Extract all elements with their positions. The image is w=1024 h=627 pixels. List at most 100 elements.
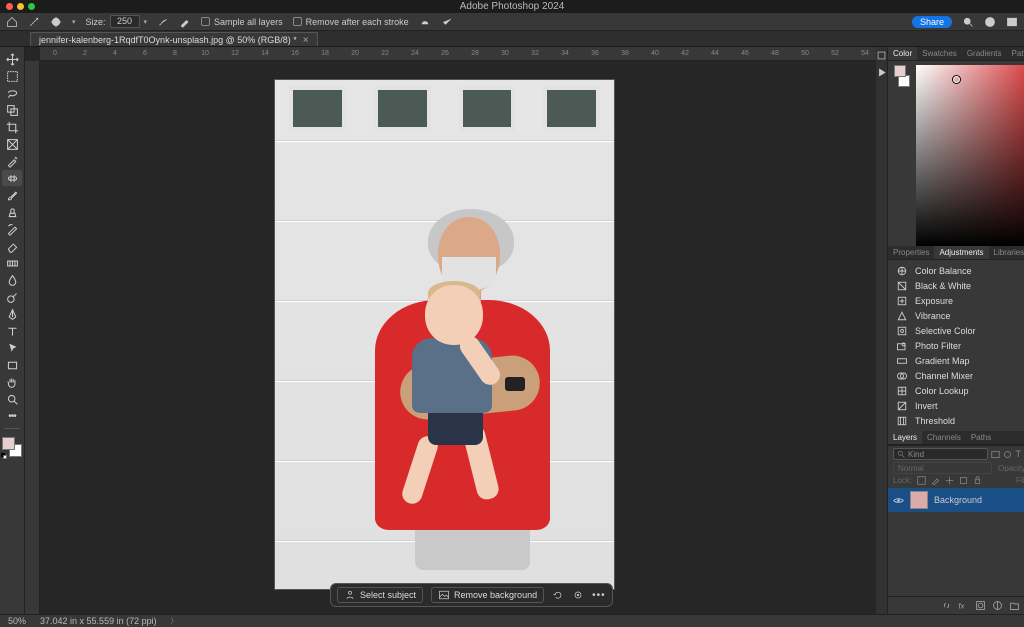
select-subject-button[interactable]: Select subject bbox=[337, 587, 423, 603]
tab-layers[interactable]: Layers bbox=[888, 431, 922, 444]
eraser-tool[interactable] bbox=[2, 238, 22, 254]
person-icon bbox=[344, 589, 356, 601]
mask-icon[interactable] bbox=[975, 600, 986, 611]
brush-tool[interactable] bbox=[2, 187, 22, 203]
adjustment-exposure[interactable]: Exposure bbox=[888, 293, 1024, 308]
adjustment-photo-filter[interactable]: Photo Filter bbox=[888, 338, 1024, 353]
default-colors-icon[interactable] bbox=[1, 453, 7, 459]
adjustment-threshold[interactable]: Threshold bbox=[888, 413, 1024, 428]
remove-after-stroke-toggle[interactable]: Remove after each stroke bbox=[293, 17, 409, 27]
blend-mode-select[interactable]: Normal bbox=[893, 462, 992, 474]
lock-transparent-icon[interactable] bbox=[917, 476, 926, 485]
move-tool[interactable] bbox=[2, 51, 22, 67]
marquee-tool[interactable] bbox=[2, 68, 22, 84]
group-icon[interactable] bbox=[1009, 600, 1020, 611]
share-button[interactable]: Share bbox=[912, 16, 952, 28]
history-brush-tool[interactable] bbox=[2, 221, 22, 237]
tab-gradients[interactable]: Gradients bbox=[962, 49, 1007, 58]
blur-tool[interactable] bbox=[2, 272, 22, 288]
adjustment-vibrance[interactable]: Vibrance bbox=[888, 308, 1024, 323]
commit-icon[interactable] bbox=[441, 16, 453, 28]
pressure-icon[interactable] bbox=[419, 16, 431, 28]
adjustment-invert[interactable]: Invert bbox=[888, 398, 1024, 413]
filter-adjust-icon[interactable] bbox=[1003, 450, 1012, 459]
zoom-level[interactable]: 50% bbox=[8, 616, 26, 626]
search-icon[interactable] bbox=[962, 16, 974, 28]
reset-icon[interactable] bbox=[552, 589, 564, 601]
lock-all-icon[interactable] bbox=[973, 476, 982, 485]
tab-channels[interactable]: Channels bbox=[922, 433, 966, 442]
chevron-down-icon[interactable]: ▾ bbox=[72, 18, 76, 26]
tool-preset-icon[interactable] bbox=[28, 16, 40, 28]
lasso-tool[interactable] bbox=[2, 85, 22, 101]
adjustment-black-white[interactable]: Black & White bbox=[888, 278, 1024, 293]
edit-toolbar[interactable]: ••• bbox=[2, 408, 22, 424]
gradient-tool[interactable] bbox=[2, 255, 22, 271]
home-icon[interactable] bbox=[6, 16, 18, 28]
color-swatches[interactable] bbox=[2, 437, 22, 457]
brush-target-icon[interactable] bbox=[50, 16, 62, 28]
hand-tool[interactable] bbox=[2, 374, 22, 390]
color-picker-field[interactable] bbox=[916, 65, 1024, 246]
layer-filter-search[interactable]: Kind bbox=[893, 448, 988, 460]
pen-tool[interactable] bbox=[2, 306, 22, 322]
lock-artboard-icon[interactable] bbox=[959, 476, 968, 485]
lock-pixels-icon[interactable] bbox=[931, 476, 940, 485]
size-input[interactable]: 250 bbox=[110, 15, 140, 28]
eyedropper-tool[interactable] bbox=[2, 153, 22, 169]
document-canvas[interactable] bbox=[275, 80, 614, 589]
lock-position-icon[interactable] bbox=[945, 476, 954, 485]
tab-libraries[interactable]: Libraries bbox=[989, 248, 1024, 257]
tab-paths[interactable]: Paths bbox=[966, 433, 996, 442]
canvas-area[interactable]: 0246810121416182022242628303234363840424… bbox=[25, 47, 876, 614]
tab-properties[interactable]: Properties bbox=[888, 248, 934, 257]
chevron-right-icon[interactable]: 〉 bbox=[171, 616, 178, 626]
color-panel bbox=[888, 61, 1024, 246]
play-icon[interactable] bbox=[876, 67, 887, 78]
options-bar: ▾ Size: 250 ▾ Sample all layers Remove a… bbox=[0, 13, 1024, 31]
image-icon bbox=[438, 589, 450, 601]
type-tool[interactable] bbox=[2, 323, 22, 339]
zoom-tool[interactable] bbox=[2, 391, 22, 407]
adjustment-selective-color[interactable]: Selective Color bbox=[888, 323, 1024, 338]
adjustment-color-balance[interactable]: Color Balance bbox=[888, 263, 1024, 278]
tab-adjustments[interactable]: Adjustments bbox=[934, 246, 988, 259]
path-selection-tool[interactable] bbox=[2, 340, 22, 356]
crop-tool[interactable] bbox=[2, 119, 22, 135]
link-icon[interactable] bbox=[941, 600, 952, 611]
fg-bg-swatch[interactable] bbox=[894, 65, 910, 87]
adjustment-gradient-map[interactable]: Gradient Map bbox=[888, 353, 1024, 368]
visibility-icon[interactable] bbox=[893, 495, 904, 506]
more-icon[interactable]: ••• bbox=[592, 590, 606, 601]
brush-angle-icon[interactable] bbox=[157, 16, 169, 28]
layer-row-background[interactable]: Background bbox=[888, 488, 1024, 512]
fx-icon[interactable]: fx bbox=[958, 600, 969, 611]
properties-icon[interactable] bbox=[572, 589, 584, 601]
foreground-color-swatch[interactable] bbox=[2, 437, 15, 450]
layers-panel-tabs: Layers Channels Paths ≡ bbox=[888, 431, 1024, 445]
size-label: Size: bbox=[86, 17, 106, 27]
tab-swatches[interactable]: Swatches bbox=[917, 49, 962, 58]
sample-all-layers-toggle[interactable]: Sample all layers bbox=[201, 17, 283, 27]
selection-tool[interactable] bbox=[2, 102, 22, 118]
workspace-icon[interactable] bbox=[1006, 16, 1018, 28]
remove-background-button[interactable]: Remove background bbox=[431, 587, 544, 603]
collapse-icon[interactable] bbox=[876, 50, 887, 61]
dropper-icon[interactable] bbox=[179, 16, 191, 28]
chevron-down-icon[interactable]: ▾ bbox=[144, 18, 148, 26]
document-tab[interactable]: jennifer-kalenberg-1RqdfT0Oynk-unsplash.… bbox=[30, 32, 318, 46]
clone-stamp-tool[interactable] bbox=[2, 204, 22, 220]
adjustment-channel-mixer[interactable]: Channel Mixer bbox=[888, 368, 1024, 383]
filter-image-icon[interactable] bbox=[991, 450, 1000, 459]
adjustment-color-lookup[interactable]: Color Lookup bbox=[888, 383, 1024, 398]
adjustment-layer-icon[interactable] bbox=[992, 600, 1003, 611]
close-icon[interactable]: × bbox=[303, 35, 309, 46]
rectangle-tool[interactable] bbox=[2, 357, 22, 373]
spot-healing-tool[interactable] bbox=[2, 170, 22, 186]
frame-tool[interactable] bbox=[2, 136, 22, 152]
filter-type-icon[interactable]: T bbox=[1015, 449, 1021, 459]
tab-patterns[interactable]: Patterns bbox=[1007, 49, 1024, 58]
help-icon[interactable]: ? bbox=[984, 16, 996, 28]
tab-color[interactable]: Color bbox=[888, 47, 917, 60]
dodge-tool[interactable] bbox=[2, 289, 22, 305]
